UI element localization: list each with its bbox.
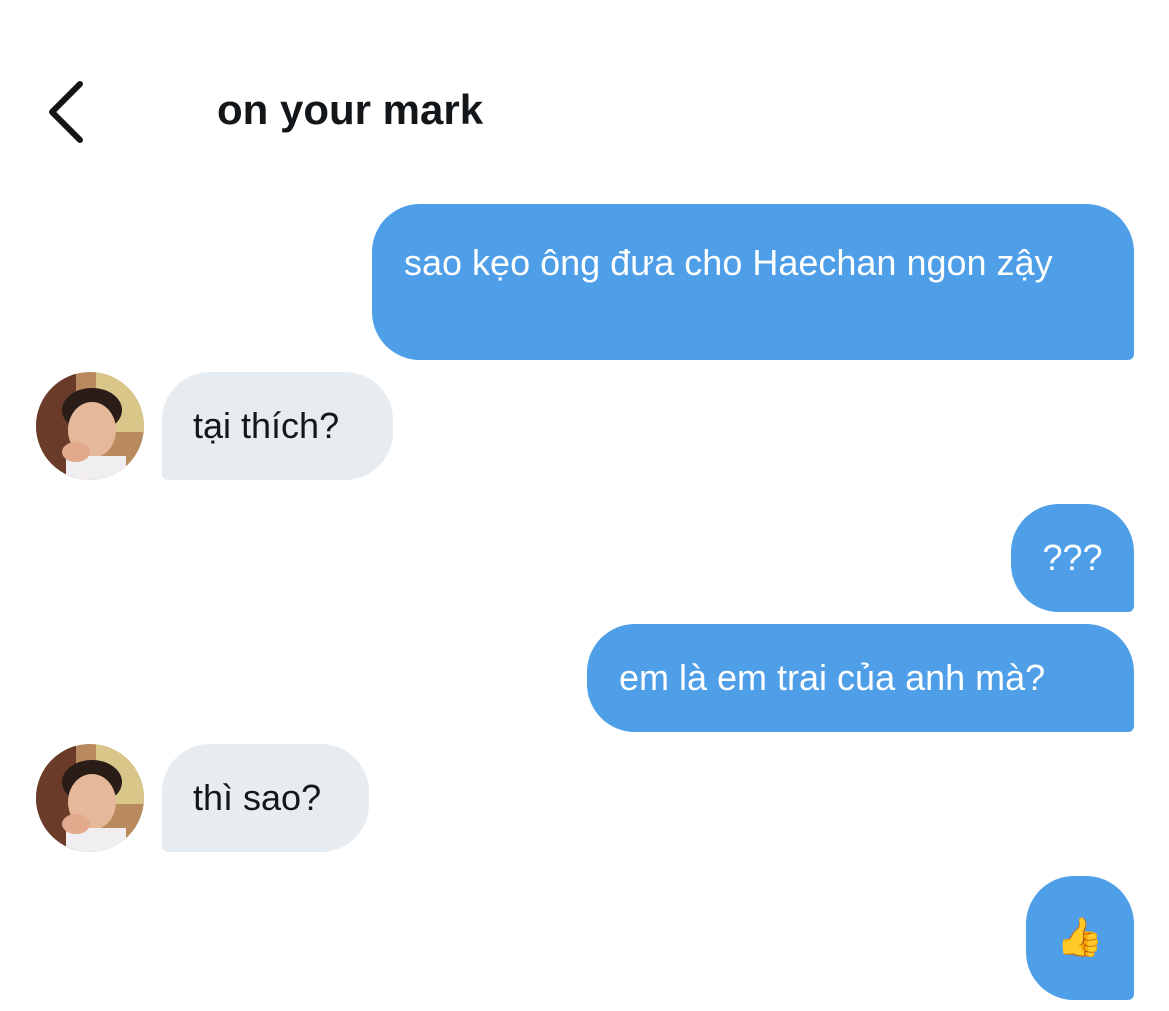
message-text: em là em trai của anh mà? [619, 657, 1046, 698]
message-bubble-incoming[interactable]: thì sao? [162, 744, 369, 852]
message-text: tại thích? [193, 405, 340, 446]
conversation-title: on your mark [217, 86, 484, 133]
message-bubble-outgoing[interactable]: 👍 [1026, 876, 1134, 1000]
back-button[interactable] [40, 78, 96, 146]
message-text: ??? [1042, 537, 1103, 578]
message-text: sao kẹo ông đưa cho Haechan ngon zậy [404, 242, 1053, 283]
message-bubble-outgoing[interactable]: ??? [1011, 504, 1134, 612]
user-avatar[interactable] [36, 744, 144, 852]
user-avatar[interactable] [36, 372, 144, 480]
message-bubble-incoming[interactable]: tại thích? [162, 372, 393, 480]
thumbs-up-icon: 👍 [1056, 917, 1104, 959]
chevron-left-icon [49, 81, 83, 143]
message-bubble-outgoing[interactable]: sao kẹo ông đưa cho Haechan ngon zậy [372, 204, 1134, 360]
message-text: thì sao? [193, 777, 322, 818]
message-bubble-outgoing[interactable]: em là em trai của anh mà? [587, 624, 1134, 732]
